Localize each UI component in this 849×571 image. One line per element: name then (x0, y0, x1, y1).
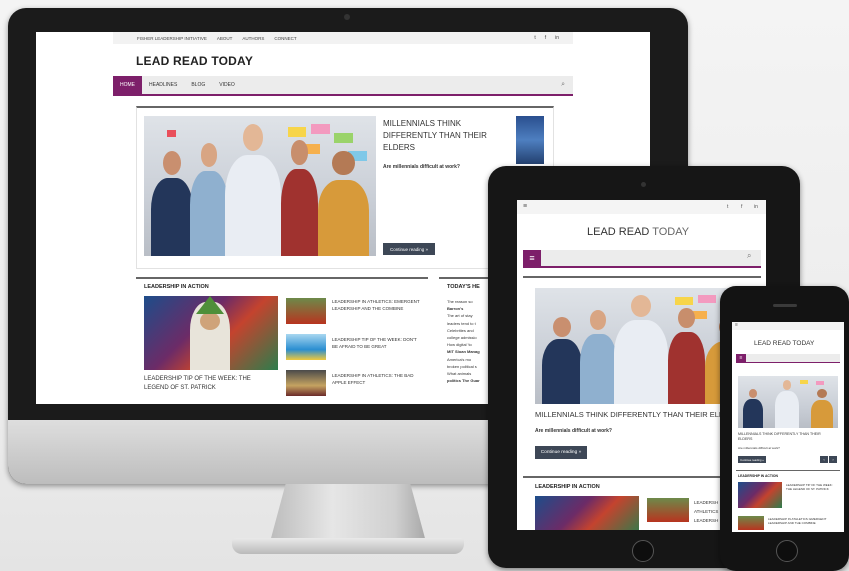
tablet-top-bar: ≡ t f in (517, 200, 766, 214)
site-logo[interactable]: LEAD READ TODAY (136, 54, 253, 68)
phone-divider (736, 470, 840, 471)
tablet-st-patrick-image[interactable] (535, 496, 639, 530)
nav-video[interactable]: VIDEO (212, 76, 242, 94)
tablet-side-item[interactable]: ATHLETICS (694, 507, 718, 516)
top-bar: FISHER LEADERSHIP INITIATIVE ABOUT AUTHO… (113, 32, 573, 44)
nav-headlines[interactable]: HEADLINES (142, 76, 184, 94)
main-nav: HOME HEADLINES BLOG VIDEO ⌕ (113, 76, 573, 96)
leadership-item-2[interactable]: LEADERSHIP TIP OF THE WEEK: DON'T BE AFR… (332, 336, 422, 350)
feature-thumbnail[interactable] (516, 116, 544, 164)
search-icon[interactable]: ⌕ (561, 76, 573, 94)
nav-blog[interactable]: BLOG (184, 76, 212, 94)
phone-item-1[interactable]: LEADERSHIP TIP OF THE WEEK: THE LEGEND O… (786, 483, 838, 492)
phone-screen: ≡ LEAD READ TODAY ≡ MILLENNIALS THINK DI… (732, 322, 844, 532)
topbar-link-about[interactable]: ABOUT (217, 36, 233, 41)
tablet-home-button[interactable] (632, 540, 654, 562)
phone-feature-title[interactable]: MILLENNIALS THINK DIFFERENTLY THAN THEIR… (738, 432, 836, 442)
phone-prev-icon[interactable]: ‹ (820, 456, 828, 463)
phone-athletics-thumb[interactable] (738, 516, 764, 530)
phone-section-title: LEADERSHIP IN ACTION (738, 474, 778, 478)
tablet-logo[interactable]: LEAD READ TODAY (587, 226, 689, 238)
feature-title[interactable]: MILLENNIALS THINK DIFFERENTLY THAN THEIR… (383, 118, 508, 154)
leadership-main-title[interactable]: LEADERSHIP TIP OF THE WEEK: THE LEGEND O… (144, 375, 274, 393)
monitor-stand-base (232, 538, 464, 554)
phone-nav: ≡ (736, 354, 840, 363)
monitor-stand (270, 484, 426, 542)
phone-hamburger-icon[interactable]: ≡ (736, 354, 746, 362)
topbar-link-fisher[interactable]: FISHER LEADERSHIP INITIATIVE (137, 36, 207, 41)
phone-continue-button[interactable]: Continue reading » (738, 456, 766, 463)
feature-image[interactable] (144, 116, 376, 256)
tablet-menu-icon[interactable]: ≡ (523, 203, 527, 210)
leadership-item-3[interactable]: LEADERSHIP IN ATHLETICS: THE BAD APPLE E… (332, 372, 422, 386)
tablet-side-item[interactable]: LEADERSH (694, 498, 718, 507)
topbar-link-authors[interactable]: AUTHORS (242, 36, 264, 41)
tablet-side-item[interactable]: LEADERSH (694, 516, 718, 525)
phone-st-patrick-image[interactable] (738, 482, 782, 508)
linkedin-icon[interactable]: in (555, 35, 559, 41)
st-patrick-image[interactable] (144, 296, 278, 370)
phone-logo[interactable]: LEAD READ TODAY (754, 340, 814, 347)
facebook-icon[interactable]: f (545, 35, 546, 41)
tablet-logo-part2: TODAY (649, 226, 690, 238)
linkedin-icon[interactable]: in (754, 204, 758, 210)
tablet-athletics-thumb[interactable] (647, 498, 689, 522)
tablet-section-title: LEADERSHIP IN ACTION (535, 484, 600, 490)
section-title-headlines: TODAY'S HE (447, 284, 480, 290)
nav-home[interactable]: HOME (113, 76, 142, 94)
twitter-icon[interactable]: t (534, 35, 535, 41)
tablet-nav: ≡ ⌕ (523, 250, 761, 268)
topbar-link-connect[interactable]: CONNECT (274, 36, 296, 41)
phone-home-button[interactable] (776, 540, 798, 562)
phone-top-bar: ≡ (732, 322, 844, 330)
social-links: t f in (534, 35, 573, 41)
tablet-feature-subtitle: Are millennials difficult at work? (535, 428, 612, 434)
tablet-divider (523, 276, 761, 278)
phone-feature-subtitle: Are millennials difficult at work? (738, 446, 780, 450)
tablet-hamburger-icon[interactable]: ≡ (523, 250, 541, 266)
facebook-icon[interactable]: f (741, 204, 742, 210)
phone-speaker (773, 304, 797, 307)
tablet-side-list: LEADERSH ATHLETICS LEADERSH (694, 498, 718, 525)
section-title-leadership: LEADERSHIP IN ACTION (144, 284, 209, 290)
phone-feature-image[interactable] (738, 376, 838, 428)
apple-thumb[interactable] (286, 370, 326, 396)
twitter-icon[interactable]: t (727, 204, 728, 210)
tablet-continue-button[interactable]: Continue reading » (535, 446, 587, 459)
phone-menu-icon[interactable]: ≡ (735, 322, 738, 328)
tablet-logo-part1: LEAD READ (587, 226, 650, 238)
monitor-camera (344, 14, 350, 20)
search-icon[interactable]: ⌕ (747, 251, 751, 261)
leadership-item-1[interactable]: LEADERSHIP IN ATHLETICS: EMERGENT LEADER… (332, 298, 422, 312)
great-thumb[interactable] (286, 334, 326, 360)
phone-next-icon[interactable]: › (829, 456, 837, 463)
continue-reading-button[interactable]: Continue reading » (383, 243, 435, 255)
tablet-camera (641, 182, 646, 187)
athletics-thumb[interactable] (286, 298, 326, 324)
feature-subtitle: Are millennials difficult at work? (383, 164, 460, 170)
phone-item-2[interactable]: LEADERSHIP IN ATHLETICS: EMERGENT LEADER… (768, 517, 838, 526)
